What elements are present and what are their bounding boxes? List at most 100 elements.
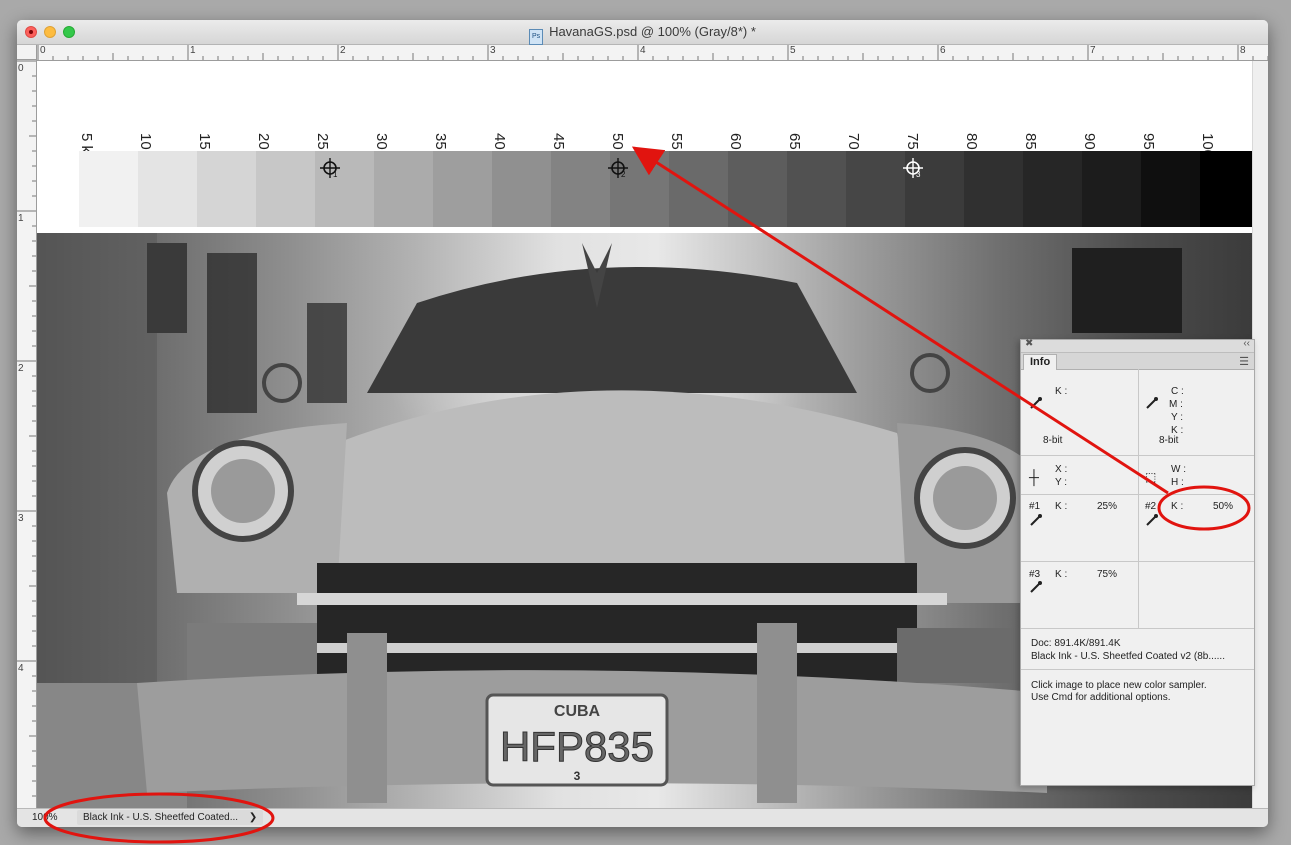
wedge-swatch-19[interactable] xyxy=(1141,151,1200,227)
color-sampler-icon xyxy=(903,158,923,178)
readout-k-label: K : xyxy=(1055,386,1068,397)
readout-m-label: M : xyxy=(1169,399,1183,410)
document-info-text: Black Ink - U.S. Sheetfed Coated... xyxy=(83,812,239,823)
vruler-label-4: 4 xyxy=(18,663,24,674)
readout-y-label: Y : xyxy=(1055,477,1068,488)
hruler-label-7: 7 xyxy=(1090,45,1096,56)
panel-menu-icon[interactable]: ☰ xyxy=(1239,355,1249,368)
color-sampler-number: 2 xyxy=(621,170,626,179)
sampler-2-value: 50% xyxy=(1213,501,1234,512)
document-info-dropdown[interactable]: Black Ink - U.S. Sheetfed Coated... ❯ xyxy=(77,810,264,825)
wedge-swatch-4[interactable] xyxy=(256,151,315,227)
zoom-level[interactable]: 100% xyxy=(32,812,58,823)
eyedropper-icon[interactable] xyxy=(1029,580,1043,597)
plate-number: HFP835 xyxy=(500,723,654,770)
wedge-swatch-9[interactable] xyxy=(551,151,610,227)
eyedropper-icon[interactable] xyxy=(1029,396,1043,413)
sampler-2-id: #2 xyxy=(1145,501,1157,512)
wedge-swatch-2[interactable] xyxy=(138,151,197,227)
column-divider xyxy=(1138,369,1139,628)
close-panel-icon[interactable]: ✖ xyxy=(1025,338,1033,349)
wedge-swatch-14[interactable] xyxy=(846,151,905,227)
color-sampler-icon xyxy=(608,158,628,178)
color-sampler-number: 1 xyxy=(333,170,338,179)
tab-info[interactable]: Info xyxy=(1023,354,1058,370)
window-title-group: Ps HavanaGS.psd @ 100% (Gray/8*) * xyxy=(17,24,1268,45)
wedge-swatch-11[interactable] xyxy=(669,151,728,227)
readout-h-label: H : xyxy=(1171,477,1184,488)
hruler-label-5: 5 xyxy=(790,45,796,56)
wedge-swatch-16[interactable] xyxy=(964,151,1023,227)
vruler-label-1: 1 xyxy=(18,213,24,224)
color-profile: Black Ink - U.S. Sheetfed Coated v2 (8b.… xyxy=(1031,651,1225,662)
info-panel: ✖ ‹‹ Info ☰ K : 8-bit C : M : Y : K : 8-… xyxy=(1020,338,1255,786)
vruler-label-0: 0 xyxy=(18,63,24,74)
vertical-ruler-ticks xyxy=(17,60,36,797)
gray-step-wedge[interactable] xyxy=(79,151,1252,227)
sampler-3-channel: K : xyxy=(1055,569,1068,580)
chevron-right-icon: ❯ xyxy=(248,812,258,823)
color-sampler-2[interactable]: 2 xyxy=(607,157,631,181)
wedge-swatch-3[interactable] xyxy=(197,151,256,227)
readout-w-label: W : xyxy=(1171,464,1186,475)
document-window: Ps HavanaGS.psd @ 100% (Gray/8*) * 0 1 2 … xyxy=(17,20,1268,827)
hint-text-line-2: Use Cmd for additional options. xyxy=(1031,692,1171,703)
status-bar: 100% Black Ink - U.S. Sheetfed Coated...… xyxy=(17,808,1268,827)
wedge-swatch-7[interactable] xyxy=(433,151,492,227)
info-panel-header[interactable]: ✖ ‹‹ xyxy=(1021,338,1254,353)
psd-file-icon: Ps xyxy=(529,29,544,45)
window-title: HavanaGS.psd @ 100% (Gray/8*) * xyxy=(549,24,756,39)
hint-text-line-1: Click image to place new color sampler. xyxy=(1031,680,1207,691)
hruler-label-6: 6 xyxy=(940,45,946,56)
wedge-swatch-6[interactable] xyxy=(374,151,433,227)
hruler-label-4: 4 xyxy=(640,45,646,56)
wedge-swatch-18[interactable] xyxy=(1082,151,1141,227)
hruler-label-1: 1 xyxy=(190,45,196,56)
readout-bit-depth-left: 8-bit xyxy=(1043,435,1063,446)
wedge-swatch-8[interactable] xyxy=(492,151,551,227)
wedge-swatch-1[interactable] xyxy=(79,151,138,227)
sampler-3-value: 75% xyxy=(1097,569,1118,580)
selection-size-icon: ⬚ xyxy=(1145,470,1157,484)
divider xyxy=(1021,669,1254,670)
eyedropper-icon[interactable] xyxy=(1145,513,1159,530)
info-panel-tabbar: Info ☰ xyxy=(1021,353,1254,370)
sampler-1-id: #1 xyxy=(1029,501,1041,512)
plate-code: 3 xyxy=(574,769,581,783)
readout-x-label: X : xyxy=(1055,464,1068,475)
crosshair-icon: ┼ xyxy=(1029,469,1039,485)
divider xyxy=(1021,628,1254,629)
sampler-3-id: #3 xyxy=(1029,569,1041,580)
color-sampler-3[interactable]: 3 xyxy=(902,157,926,181)
sampler-1-channel: K : xyxy=(1055,501,1068,512)
wedge-swatch-13[interactable] xyxy=(787,151,846,227)
sampler-2-channel: K : xyxy=(1171,501,1184,512)
wedge-swatch-17[interactable] xyxy=(1023,151,1082,227)
vruler-label-2: 2 xyxy=(18,363,24,374)
vruler-label-3: 3 xyxy=(18,513,24,524)
ruler-origin-corner[interactable] xyxy=(17,45,37,60)
hruler-label-2: 2 xyxy=(340,45,346,56)
readout-y-label: Y : xyxy=(1171,412,1184,423)
readout-c-label: C : xyxy=(1171,386,1184,397)
color-sampler-1[interactable]: 1 xyxy=(319,157,343,181)
title-bar[interactable]: Ps HavanaGS.psd @ 100% (Gray/8*) * xyxy=(17,20,1268,45)
vertical-ruler[interactable]: 0 1 2 3 4 xyxy=(17,60,37,809)
eyedropper-icon[interactable] xyxy=(1029,513,1043,530)
wedge-label-5k: 5 k xyxy=(78,133,95,154)
sampler-1-value: 25% xyxy=(1097,501,1118,512)
plate-country: CUBA xyxy=(554,703,601,720)
collapse-panel-icon[interactable]: ‹‹ xyxy=(1243,338,1250,349)
eyedropper-icon[interactable] xyxy=(1145,396,1159,413)
doc-size: Doc: 891.4K/891.4K xyxy=(1031,638,1121,649)
horizontal-ruler-ticks xyxy=(37,45,1268,60)
readout-bit-depth-right: 8-bit xyxy=(1159,435,1179,446)
color-sampler-number: 3 xyxy=(916,170,921,179)
hruler-label-0: 0 xyxy=(40,45,46,56)
color-sampler-icon xyxy=(320,158,340,178)
hruler-label-3: 3 xyxy=(490,45,496,56)
wedge-swatch-12[interactable] xyxy=(728,151,787,227)
horizontal-ruler[interactable]: 0 1 2 3 4 5 6 7 8 xyxy=(37,45,1268,61)
wedge-swatch-20[interactable] xyxy=(1200,151,1252,227)
hruler-label-8: 8 xyxy=(1240,45,1246,56)
